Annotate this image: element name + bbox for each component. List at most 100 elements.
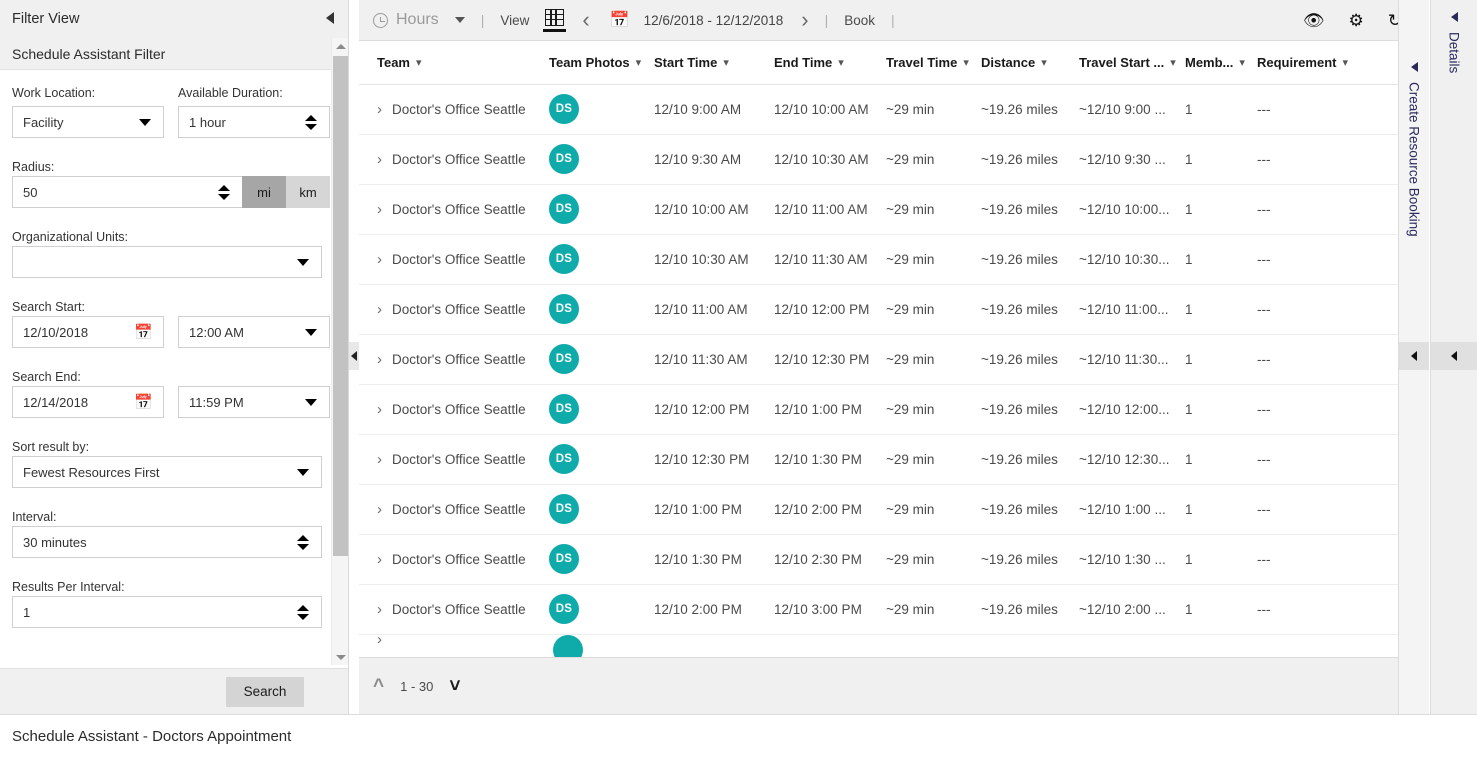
cell-team[interactable]: › Doctor's Office Seattle [359,284,549,335]
cell-team[interactable]: › Doctor's Office Seattle [359,384,549,435]
spinner-icon[interactable] [218,184,230,200]
available-duration-stepper[interactable]: 1 hour [178,106,330,138]
work-location-select[interactable]: Facility [12,106,164,138]
spinner-down-icon[interactable] [297,543,309,550]
grid-view-icon[interactable] [543,8,567,32]
eye-icon[interactable]: 👁 [1303,12,1325,29]
column-header-members[interactable]: Memb... ▾ [1185,41,1257,85]
expand-row-icon[interactable]: › [359,201,392,218]
table-row[interactable]: › Doctor's Office Seattle DS 12/10 11:00 AM… [359,284,1409,335]
cell-team[interactable]: › Doctor's Office Seattle [359,534,549,585]
search-end-date-input[interactable]: 12/14/2018 📅 [12,386,164,418]
chevron-down-icon [297,258,309,266]
page-down-icon[interactable]: ˅ [449,677,460,696]
spinner-up-icon[interactable] [297,534,309,541]
expand-row-icon[interactable]: › [359,401,392,418]
cell-team[interactable]: › Doctor's Office Seattle [359,484,549,535]
organizational-units-select[interactable] [12,246,322,278]
search-end-label: Search End: [12,370,81,384]
scrollbar-thumb[interactable] [333,56,348,556]
expand-row-icon[interactable]: › [359,601,392,618]
column-header-travel-time[interactable]: Travel Time ▾ [886,41,981,85]
spinner-up-icon[interactable] [218,184,230,191]
spinner-down-icon[interactable] [305,123,317,130]
search-start-time-select[interactable]: 12:00 AM [178,316,330,348]
create-resource-booking-label: Create Resource Booking [1406,82,1422,237]
spinner-icon[interactable] [297,604,309,620]
chevron-down-icon: ▾ [635,56,642,69]
details-rail[interactable]: Details [1430,0,1477,714]
search-end-time-select[interactable]: 11:59 PM [178,386,330,418]
spinner-up-icon[interactable] [305,114,317,121]
table-row[interactable]: › Doctor's Office Seattle DS 12/10 9:00 AM 1… [359,84,1409,135]
expand-row-icon[interactable]: › [359,351,392,368]
gear-icon[interactable]: ⚙ [1349,12,1364,29]
scrollbar-up-button[interactable] [332,38,349,54]
cell-team[interactable]: › Doctor's Office Seattle [359,334,549,385]
radius-stepper[interactable]: 50 [12,176,242,208]
book-button[interactable]: Book [844,13,875,28]
expand-row-icon[interactable]: › [359,501,392,518]
cell-team[interactable]: › Doctor's Office Seattle [359,434,549,485]
radius-unit-mi-button[interactable]: mi [242,176,286,208]
table-row[interactable]: › Doctor's Office Seattle DS 12/10 2:00 PM 1… [359,584,1409,635]
column-header-end-time[interactable]: End Time ▾ [774,41,886,85]
table-row[interactable]: › Doctor's Office Seattle DS 12/10 12:30 PM… [359,434,1409,485]
column-header-distance[interactable]: Distance ▾ [981,41,1079,85]
search-start-date-input[interactable]: 12/10/2018 📅 [12,316,164,348]
radius-unit-km-button[interactable]: km [286,176,330,208]
cell-team[interactable]: › Doctor's Office Seattle [359,84,549,135]
results-per-interval-stepper[interactable]: 1 [12,596,322,628]
column-header-travel-start[interactable]: Travel Start ... ▾ [1079,41,1185,85]
cell-team[interactable]: › Doctor's Office Seattle [359,184,549,235]
table-row[interactable]: › Doctor's Office Seattle DS 12/10 10:30 AM… [359,234,1409,285]
column-header-requirement[interactable]: Requirement ▾ [1257,41,1409,85]
cell-team[interactable]: › Doctor's Office Seattle [359,584,549,635]
column-header-team-photos[interactable]: Team Photos ▾ [549,41,654,85]
calendar-icon[interactable]: 📅 [134,395,153,410]
expand-row-icon[interactable]: › [359,251,392,268]
scrollbar-down-button[interactable] [332,649,349,665]
spinner-down-icon[interactable] [218,193,230,200]
sort-result-by-select[interactable]: Fewest Resources First [12,456,322,488]
interval-stepper[interactable]: 30 minutes [12,526,322,558]
column-header-start-time[interactable]: Start Time ▾ [654,41,774,85]
table-row[interactable]: › Doctor's Office Seattle DS 12/10 11:30 AM… [359,334,1409,385]
collapse-filter-panel-icon[interactable] [326,12,334,24]
spinner-up-icon[interactable] [297,604,309,611]
spinner-icon[interactable] [305,114,317,130]
page-up-icon[interactable]: ^ [373,677,384,696]
left-caret-icon[interactable] [1410,62,1418,72]
expand-row-icon[interactable]: › [359,451,392,468]
create-rail-handle[interactable] [1399,342,1429,370]
chevron-down-icon[interactable] [454,17,465,23]
table-row[interactable]: › Doctor's Office Seattle DS 12/10 1:00 PM 1… [359,484,1409,535]
column-header-team[interactable]: Team ▾ [359,41,549,85]
cell-travel-time: ~29 min [886,584,981,635]
cell-team[interactable]: › Doctor's Office Seattle [359,234,549,285]
expand-row-icon[interactable]: › [377,635,382,648]
create-resource-booking-rail[interactable]: Create Resource Booking [1398,0,1429,714]
date-range-label[interactable]: 12/6/2018 - 12/12/2018 [644,13,784,28]
expand-row-icon[interactable]: › [359,551,392,568]
details-rail-handle[interactable] [1431,342,1477,370]
calendar-icon[interactable]: 📅 [610,10,630,30]
panel-splitter-handle[interactable] [349,342,359,370]
spinner-icon[interactable] [297,534,309,550]
left-caret-icon[interactable] [1450,12,1458,22]
expand-row-icon[interactable]: › [359,301,392,318]
previous-period-button[interactable]: ‹ [582,9,589,31]
cell-team[interactable]: › Doctor's Office Seattle [359,134,549,185]
table-row[interactable]: › Doctor's Office Seattle DS 12/10 9:30 AM 1… [359,134,1409,185]
table-row[interactable]: › Doctor's Office Seattle DS 12/10 12:00 PM… [359,384,1409,435]
spinner-down-icon[interactable] [297,613,309,620]
calendar-icon[interactable]: 📅 [134,325,153,340]
search-button[interactable]: Search [226,676,304,707]
table-row[interactable]: › Doctor's Office Seattle DS 12/10 1:30 PM 1… [359,534,1409,585]
table-row-partial[interactable]: › [359,634,1409,657]
expand-row-icon[interactable]: › [359,101,392,118]
next-period-button[interactable]: › [801,9,808,31]
table-row[interactable]: › Doctor's Office Seattle DS 12/10 10:00 AM… [359,184,1409,235]
expand-row-icon[interactable]: › [359,151,392,168]
filter-panel-scrollbar[interactable] [331,38,348,665]
